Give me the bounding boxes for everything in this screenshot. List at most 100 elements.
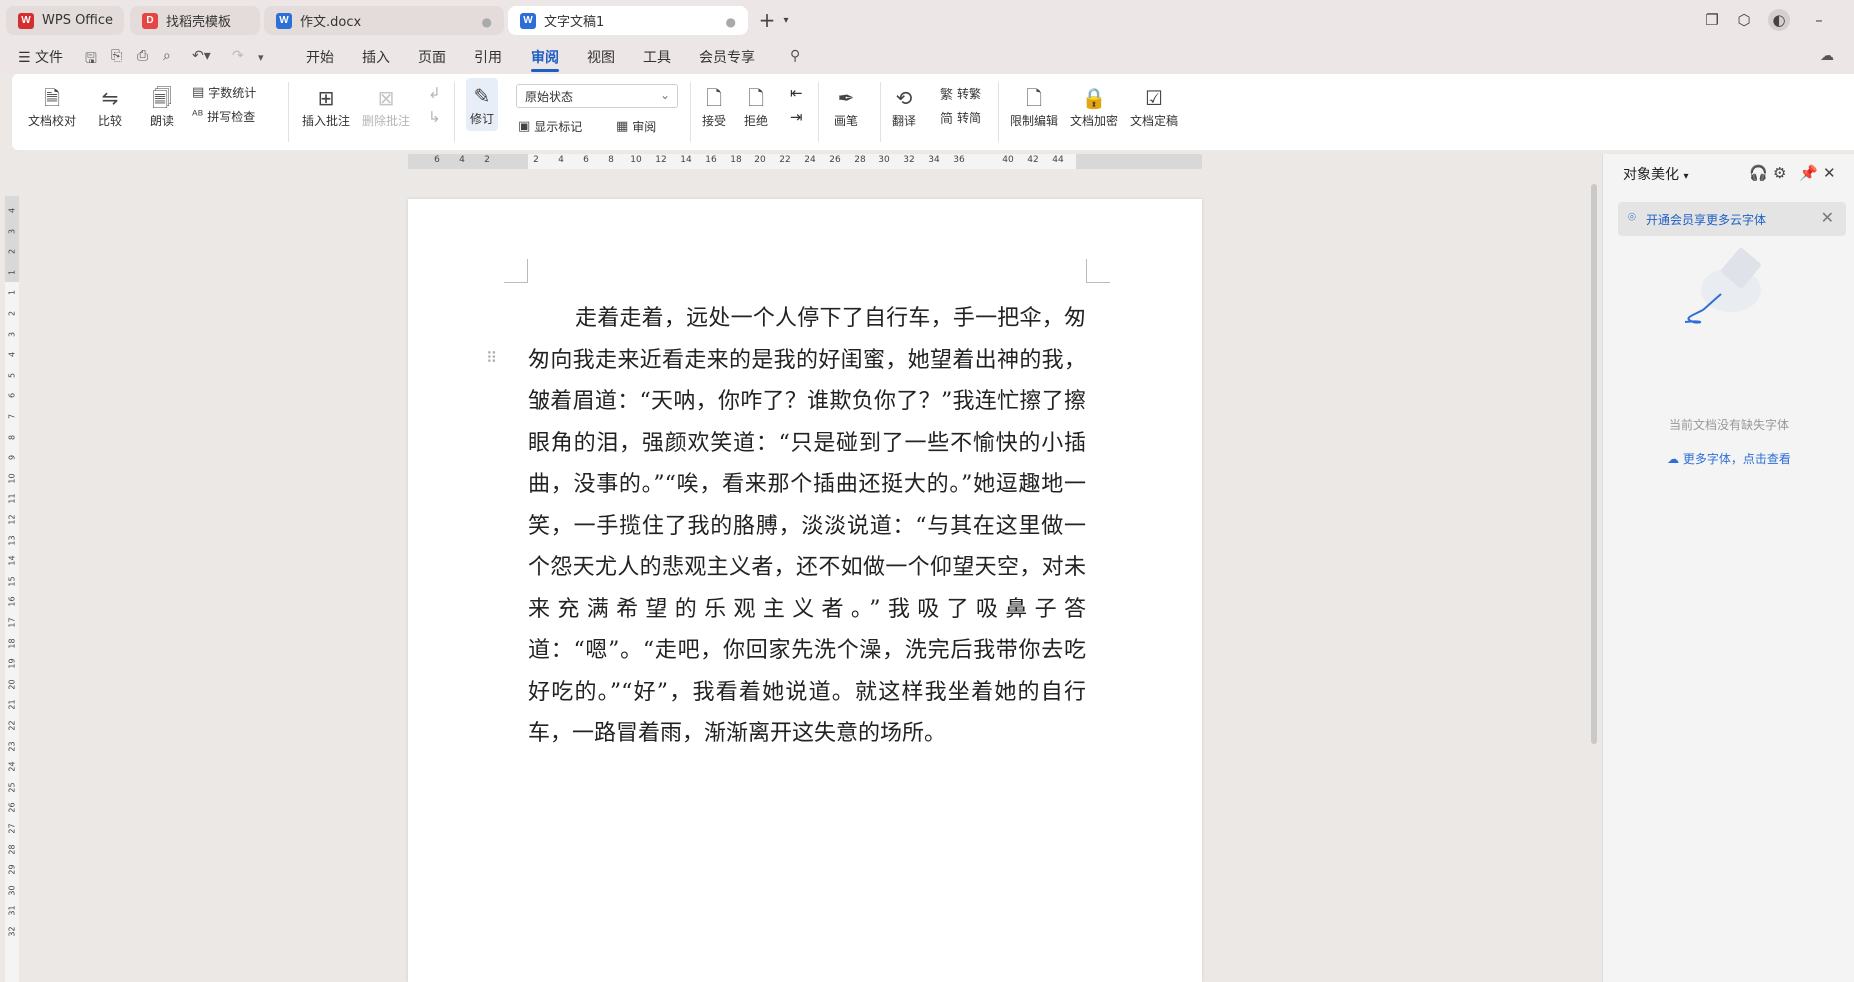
save-icon[interactable]: 🖫 [85,48,97,72]
menu-tab-references[interactable]: 引用 [474,47,502,67]
minimize-icon[interactable]: – [1808,9,1830,31]
close-icon[interactable]: ✕ [1821,208,1834,227]
member-promo-banner[interactable]: ⌾ 开通会员享更多云字体 ✕ [1618,202,1846,236]
ruler-tick-label: 17 [7,617,17,628]
chevron-down-icon[interactable]: ▾ [258,51,264,64]
tab-docer-templates[interactable]: D 找稻壳模板 [130,6,260,35]
menu-tab-member[interactable]: 会员专享 [699,47,755,67]
close-icon[interactable]: ✕ [1823,164,1836,182]
menu-tab-page[interactable]: 页面 [418,47,446,67]
show-markup-button[interactable]: ▣ 显示标记 [518,118,582,135]
ruler-tick-label: 3 [7,228,17,234]
word-count-icon: ▤ [192,85,205,100]
read-aloud-icon: 🗐 [152,86,172,110]
file-menu[interactable]: ☰ 文件 [18,47,63,67]
ruler-tick-label: 26 [7,802,17,813]
display-status-select[interactable]: 原始状态 ⌄ [516,84,678,108]
proofread-button[interactable]: 🗎 文档校对 [28,84,76,129]
docer-icon: D [142,12,158,29]
menu-tab-insert[interactable]: 插入 [362,47,390,67]
ruler-tick-label: 14 [680,155,692,165]
ruler-tick-label: 2 [7,249,17,255]
export-pdf-icon[interactable]: ⎘ [111,48,122,64]
chevron-down-icon: ⌄ [659,88,670,102]
ruler-tick-label: 4 [7,207,17,214]
pen-button[interactable]: ✒ 画笔 [834,84,858,129]
ruler-tick-label: 12 [655,155,667,165]
insert-comment-button[interactable]: ⊞ 插入批注 [302,84,350,129]
vertical-ruler[interactable]: 4 3 2 1 1 2 3 4 5 6 7 8 9 10 11 12 13 14 15 16 17 18 19 20 21 22 2… [5,196,19,982]
delete-comment-button[interactable]: ⊠ 删除批注 [362,84,410,129]
pen-illustration-icon [1684,247,1761,324]
spell-check-button[interactable]: ᴬᴮ 拼写检查 [192,108,255,125]
menu-tab-view[interactable]: 视图 [587,47,615,67]
ruler-tick-label: 21 [7,699,17,710]
document-body-text[interactable]: 走着走着，远处一个人停下了自行车，手一把伞，匆匆向我走来近看走来的是我的好闺蜜，… [528,298,1086,755]
tab-document1[interactable]: W 文字文稿1 ● [508,6,748,35]
finalize-button[interactable]: ☑ 文档定稿 [1130,84,1178,129]
more-fonts-link[interactable]: ☁ 更多字体，点击查看 [1603,450,1854,467]
word-count-button[interactable]: ▤ 字数统计 [192,84,256,101]
ruler-tick-label: 44 [1052,155,1064,165]
compare-button[interactable]: ⇋ 比较 [98,84,122,129]
horizontal-ruler[interactable]: 6 4 2 2 4 6 8 10 12 14 16 18 20 22 24 26 28 30 32 34 36 40 42 4… [408,154,1202,169]
tab-wps-office[interactable]: W WPS Office [6,6,124,35]
ruler-tick-label: 5 [7,372,17,378]
proofread-label: 文档校对 [28,114,77,128]
search-icon[interactable]: ⚲ [790,48,800,64]
encrypt-button[interactable]: 🔒 文档加密 [1070,84,1118,129]
window-restore-icon[interactable]: ❐ [1701,9,1723,31]
print-preview-icon[interactable]: ⌕ [163,48,171,64]
chevron-down-icon[interactable]: ▾ [775,9,797,31]
active-tab-indicator [531,69,559,72]
insert-comment-label: 插入批注 [302,114,351,128]
spell-check-label: 拼写检查 [207,110,256,124]
cloud-icon[interactable]: ☁ [1820,48,1834,64]
ruler-tick-label: 16 [705,155,717,165]
gear-icon[interactable]: ⚙ [1773,164,1786,182]
previous-change-icon[interactable]: ⇤ [790,84,803,102]
to-simplified-button[interactable]: 简转简 [940,108,981,127]
scrollbar-thumb[interactable] [1591,184,1597,744]
undo-icon[interactable]: ↶▾ [192,48,211,64]
document-page[interactable]: ⠿ 走着走着，远处一个人停下了自行车，手一把伞，匆匆向我走来近看走来的是我的好闺… [408,199,1202,982]
menu-tab-tools[interactable]: 工具 [643,47,671,67]
avatar[interactable]: ◐ [1768,9,1790,31]
restrict-edit-label: 限制编辑 [1010,114,1059,128]
to-traditional-button[interactable]: 繁转繁 [940,84,981,103]
ruler-tick-label: 4 [459,155,465,165]
ruler-tick-label: 11 [7,493,17,504]
vertical-scrollbar[interactable] [1587,154,1602,982]
ruler-tick-label: 6 [434,155,440,165]
redo-icon[interactable]: ↷ [232,48,244,64]
tab-zuowen-docx[interactable]: W 作文.docx ● [264,6,504,35]
review-pane-icon: ▦ [616,119,629,134]
menu-tab-review[interactable]: 审阅 [531,47,559,67]
display-status-value: 原始状态 [525,90,574,104]
margin-corner-mark [1086,259,1110,283]
ribbon-divider [880,82,881,142]
accept-button[interactable]: 🗋 接受 [702,84,726,129]
menu-tab-home[interactable]: 开始 [306,47,334,67]
track-changes-button[interactable]: ✎ 修订 [466,78,499,131]
previous-comment-icon[interactable]: ↲ [428,84,441,102]
translate-button[interactable]: ⟲ 翻译 [892,84,916,129]
next-change-icon[interactable]: ⇥ [790,108,803,126]
cube-icon[interactable]: ⬡ [1733,9,1755,31]
review-pane-label: 审阅 [632,120,657,134]
headset-icon[interactable]: 🎧 [1749,164,1768,182]
track-changes-icon: ✎ [473,84,491,108]
panel-title[interactable]: 对象美化 ▾ [1623,164,1688,184]
ruler-tick-label: 23 [7,741,17,752]
restrict-edit-button[interactable]: 🗋 限制编辑 [1010,84,1058,129]
review-pane-button[interactable]: ▦ 审阅 [616,118,656,135]
read-aloud-button[interactable]: 🗐 朗读 [150,84,174,129]
print-icon[interactable]: ⎙ [137,48,148,64]
ruler-tick-label: 32 [903,155,915,165]
paragraph-drag-handle-icon[interactable]: ⠿ [486,349,497,367]
review-ribbon: 🗎 文档校对 ⇋ 比较 🗐 朗读 ▤ 字数统计 ᴬᴮ 拼写检查 ⊞ 插入批注 ⊠ 删除批注 ↲… [12,74,1854,150]
next-comment-icon[interactable]: ↳ [428,108,441,126]
to-simplified-icon: 简 [940,112,954,127]
reject-button[interactable]: 🗋 拒绝 [744,84,768,129]
pin-icon[interactable]: 📌 [1799,164,1818,182]
